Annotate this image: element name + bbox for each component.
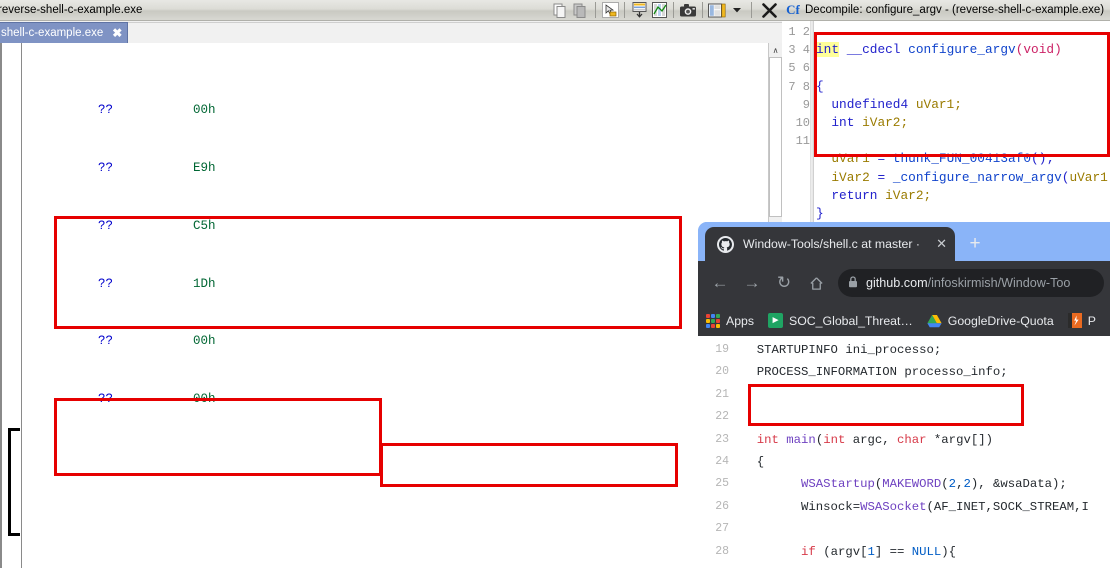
toolbar-separator-1 (595, 2, 596, 18)
play-green-icon: ► (768, 313, 784, 328)
listing-row-blank (23, 506, 768, 525)
listing-row[interactable]: ?? 00h (23, 101, 768, 120)
bookmark-soc-global-threat[interactable]: ► SOC_Global_Threat… (768, 313, 913, 328)
camera-icon[interactable] (678, 1, 698, 19)
browser-tab-shell-c[interactable]: Window-Tools/shell.c at master · ✕ (705, 227, 955, 261)
bookmarks-bar: Apps ► SOC_Global_Threat… GoogleDrive-Qu… (698, 305, 1110, 336)
apps-grid-icon (706, 313, 720, 328)
browser-tab-title: Window-Tools/shell.c at master · (743, 237, 920, 251)
listing-row-blank (23, 448, 768, 467)
listing-row[interactable]: ?? 00h (23, 332, 768, 351)
lock-icon (848, 275, 858, 291)
listing-row[interactable]: ?? E9h (23, 159, 768, 178)
address-bar[interactable]: github.com/infoskirmish/Window-Too (838, 269, 1104, 297)
bookmark-googledrive-quota[interactable]: GoogleDrive-Quota (927, 314, 1054, 328)
bookmark-pentest[interactable]: P (1067, 313, 1096, 328)
listing-row[interactable]: ?? 00h (23, 390, 768, 409)
decompiler-c-icon: Cf (786, 2, 800, 17)
home-button[interactable] (803, 270, 829, 296)
close-icon[interactable] (756, 1, 782, 19)
cursor-select-icon[interactable] (600, 1, 620, 19)
listing-margin-gutter (2, 43, 22, 568)
url-path: /infoskirmish/Window-Too (927, 276, 1071, 290)
github-code-area[interactable]: STARTUPINFO ini_processo; PROCESS_INFORM… (742, 336, 1110, 568)
tabstrip-empty-area (126, 22, 782, 43)
listing-panel[interactable]: ?? 00h ?? E9h ?? C5h ?? 1Dh ?? 00h ?? 00… (0, 43, 782, 568)
new-tab-button[interactable]: + (964, 234, 986, 256)
screen-root: reverse-shell-c-example.exe shell-c-exam… (0, 0, 1110, 568)
drive-icon (927, 314, 942, 328)
browser-tab-close-icon[interactable]: ✕ (936, 236, 947, 252)
bookmark-label: GoogleDrive-Quota (947, 313, 1054, 328)
browser-toolbar: ← → ↻ github.com/infoskirmish/Window-Too (698, 261, 1110, 305)
decompiler-body[interactable]: 1 2 3 4 5 6 7 8 9 10 11 int __cdecl conf… (782, 21, 1110, 222)
decompiler-line-numbers: 1 2 3 4 5 6 7 8 9 10 11 (782, 21, 810, 222)
tab-close-icon[interactable]: ✖ (111, 27, 123, 39)
bookmark-label: SOC_Global_Threat… (789, 313, 913, 328)
diff-chart-icon[interactable] (649, 1, 669, 19)
chrome-tabstrip: Window-Tools/shell.c at master · ✕ + (698, 222, 1110, 261)
ghidra-tabstrip: shell-c-example.exe ✖ (0, 21, 782, 43)
paste-icon[interactable] (571, 1, 591, 19)
ghidra-window-title: reverse-shell-c-example.exe (0, 4, 143, 16)
url-host: github.com (866, 276, 928, 290)
decompiler-title: Decompile: configure_argv - (reverse-she… (805, 4, 1105, 16)
listing-code-area[interactable]: ?? 00h ?? E9h ?? C5h ?? 1Dh ?? 00h ?? 00… (23, 43, 768, 568)
function-extent-bracket (8, 428, 20, 536)
listing-row[interactable]: ?? C5h (23, 217, 768, 236)
ghidra-listing-window: reverse-shell-c-example.exe shell-c-exam… (0, 0, 782, 568)
github-file-view[interactable]: 19 20 21 22 23 24 25 26 27 28 29 30 STAR… (698, 336, 1110, 568)
toolbar-separator-2 (624, 2, 625, 18)
github-line-numbers: 19 20 21 22 23 24 25 26 27 28 29 30 (715, 343, 729, 568)
listing-row[interactable]: ?? 1Dh (23, 275, 768, 294)
copy-icon[interactable] (551, 1, 571, 19)
decompiler-window: Cf Decompile: configure_argv - (reverse-… (782, 0, 1110, 222)
reload-button[interactable]: ↻ (771, 270, 797, 296)
tab-label: shell-c-example.exe (1, 27, 104, 39)
scrollbar-thumb[interactable] (769, 57, 782, 217)
url-text: github.com/infoskirmish/Window-Too (866, 276, 1070, 290)
toolbar-separator-5 (751, 2, 752, 18)
ghidra-titlebar: reverse-shell-c-example.exe (0, 0, 782, 21)
decomp-token-int[interactable]: int (816, 42, 840, 58)
decompiler-titlebar: Cf Decompile: configure_argv - (reverse-… (782, 0, 1110, 21)
scrollbar-up-arrow-icon[interactable]: ∧ (769, 43, 782, 57)
back-button[interactable]: ← (707, 270, 733, 296)
chrome-browser-window: Window-Tools/shell.c at master · ✕ + ← →… (698, 222, 1110, 568)
bookmark-label: Apps (726, 313, 755, 328)
pentest-icon (1067, 313, 1082, 328)
decompiler-code-area[interactable]: int __cdecl configure_argv(void) { undef… (816, 21, 1110, 222)
bookmark-label: P (1087, 313, 1096, 328)
toolbar-separator-3 (673, 2, 674, 18)
window-layout-icon[interactable] (707, 1, 727, 19)
dropdown-arrow-icon[interactable] (727, 1, 747, 19)
decompiler-gutter-divider (810, 21, 814, 222)
snapshot-down-icon[interactable] (629, 1, 649, 19)
toolbar-separator-4 (702, 2, 703, 18)
forward-button[interactable]: → (739, 270, 765, 296)
bookmark-apps[interactable]: Apps (706, 313, 755, 328)
tab-shell-c-example[interactable]: shell-c-example.exe ✖ (0, 22, 129, 43)
github-icon (717, 235, 734, 253)
